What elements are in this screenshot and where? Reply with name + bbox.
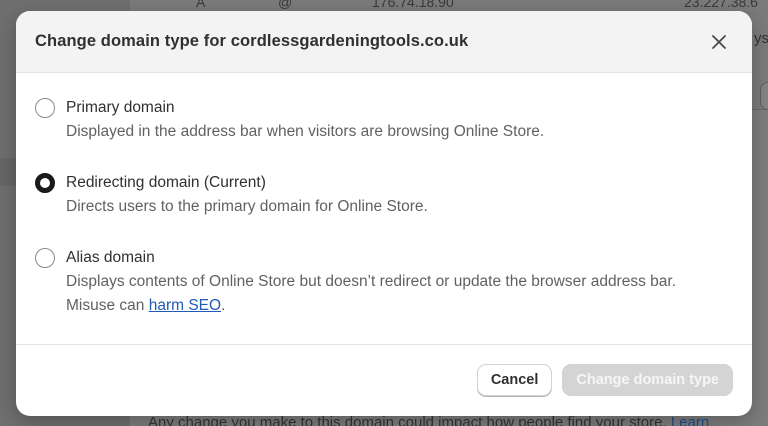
background-record-name: @ bbox=[278, 0, 293, 10]
option-label: Primary domain bbox=[66, 99, 175, 116]
option-label: Redirecting domain (Current) bbox=[66, 174, 266, 191]
option-description-line1: Displays contents of Online Store but do… bbox=[66, 273, 677, 290]
option-description-suffix: . bbox=[221, 297, 226, 314]
background-dns-row: A @ 176.74.18.90 23.227.38.6 bbox=[150, 0, 768, 10]
option-description-prefix: Misuse can bbox=[66, 297, 145, 314]
harm-seo-link[interactable]: harm SEO bbox=[149, 297, 221, 314]
background-side-text: ysh bbox=[754, 30, 768, 47]
option-description: Displayed in the address bar when visito… bbox=[66, 123, 545, 140]
dialog-header: Change domain type for cordlessgardening… bbox=[16, 11, 752, 73]
option-description: Displays contents of Online Store but do… bbox=[66, 270, 676, 318]
option-primary-domain[interactable]: Primary domain Displayed in the address … bbox=[35, 97, 733, 144]
dialog-footer: Cancel Change domain type bbox=[16, 345, 752, 415]
close-button[interactable] bbox=[705, 28, 733, 56]
radio-alias-domain[interactable] bbox=[35, 248, 55, 268]
cancel-button[interactable]: Cancel bbox=[476, 364, 553, 396]
close-icon bbox=[712, 34, 726, 49]
background-button bbox=[760, 82, 768, 110]
change-domain-type-dialog: Change domain type for cordlessgardening… bbox=[16, 11, 752, 416]
dialog-body: Primary domain Displayed in the address … bbox=[16, 73, 752, 345]
dialog-title: Change domain type for cordlessgardening… bbox=[35, 32, 469, 50]
background-record-value: 176.74.18.90 bbox=[372, 0, 454, 10]
change-domain-type-button[interactable]: Change domain type bbox=[562, 364, 733, 396]
option-alias-domain[interactable]: Alias domain Displays contents of Online… bbox=[35, 247, 733, 318]
background-record-type: A bbox=[196, 0, 206, 10]
option-description: Directs users to the primary domain for … bbox=[66, 198, 428, 215]
option-redirecting-domain[interactable]: Redirecting domain (Current) Directs use… bbox=[35, 172, 733, 219]
background-record-target: 23.227.38.6 bbox=[684, 0, 758, 10]
radio-primary-domain[interactable] bbox=[35, 98, 55, 118]
radio-redirecting-domain[interactable] bbox=[35, 173, 55, 193]
option-label: Alias domain bbox=[66, 249, 155, 266]
